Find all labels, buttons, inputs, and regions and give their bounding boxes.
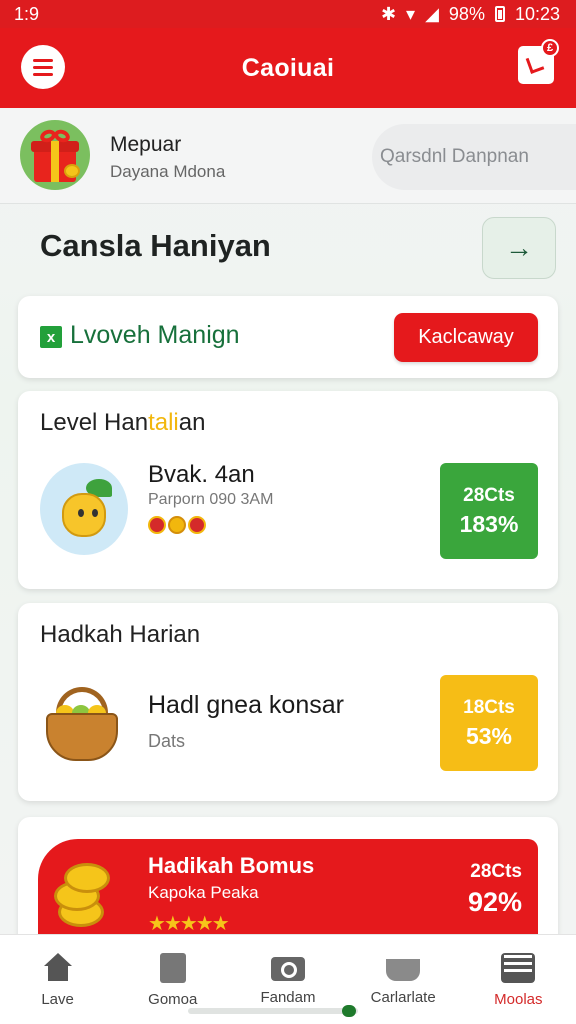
battery-level: 98%: [448, 3, 485, 24]
bonus-subtitle: Kapoka Peaka: [148, 883, 259, 902]
calendar-button[interactable]: £: [518, 39, 559, 84]
daily-card-title: Hadkah Harian: [40, 621, 201, 648]
app-bar: Caoiuai £: [0, 28, 576, 108]
medal-icon: [148, 516, 166, 534]
level-stat-box: 28Cts 183%: [440, 463, 538, 559]
daily-stat-top: 18Cts: [463, 696, 515, 718]
nav-label: Gomoa: [148, 991, 198, 1008]
arrow-button[interactable]: →: [482, 217, 556, 279]
section-heading: Cansla Haniyan: [40, 228, 271, 263]
level-card-title: Level Hantalian: [40, 409, 206, 436]
medal-badges: [148, 516, 206, 534]
daily-item-meta: Dats: [148, 731, 186, 751]
daily-stat-box: 18Cts 53%: [440, 675, 538, 771]
promo-card: x Lvoveh Manign Kaclcaway: [18, 296, 558, 378]
basket-icon: [386, 959, 421, 981]
profile-subtitle: Dayana Mdona: [110, 162, 226, 181]
medal-icon: [168, 516, 186, 534]
bonus-stat-bottom: 92%: [467, 887, 522, 917]
nav-label: Fandam: [260, 989, 316, 1006]
camera-icon: [270, 957, 305, 981]
nav-label: Carlarlate: [370, 989, 436, 1006]
menu-button[interactable]: [21, 45, 65, 89]
daily-stat-bottom: 53%: [465, 722, 513, 749]
nav-item-moolas[interactable]: Moolas: [461, 935, 576, 1024]
level-item-meta: Parporn 090 3AM: [148, 491, 274, 508]
arrow-right-icon: →: [505, 232, 533, 263]
bonus-banner: Hadikah Bomus Kapoka Peaka ★★★★★ 28Cts 9…: [38, 839, 538, 949]
basket-icon: [42, 687, 122, 767]
app-title: Caoiuai: [241, 53, 335, 82]
nav-item-carlarlate[interactable]: Carlarlate: [346, 935, 461, 1024]
notification-badge: £: [541, 39, 559, 57]
signal-icon: ◢: [425, 3, 439, 24]
promo-action-button[interactable]: Kaclcaway: [394, 313, 538, 362]
level-card[interactable]: Level Hantalian Bvak. 4an Parporn 090 3A…: [18, 391, 558, 589]
bonus-title: Hadikah Bomus: [148, 853, 315, 878]
document-icon: [159, 953, 186, 983]
status-bar: 1:9 ✱ ▾ ◢ 98% 10:23: [0, 0, 576, 28]
coins-icon: [52, 857, 122, 927]
mascot-icon: [40, 463, 128, 555]
nav-item-home[interactable]: Lave: [0, 935, 115, 1024]
bluetooth-icon: ✱: [380, 3, 397, 24]
wifi-icon: ▾: [406, 3, 416, 24]
scroll-indicator-track: [188, 1008, 358, 1014]
avatar[interactable]: [20, 120, 90, 190]
medal-icon: [188, 516, 206, 534]
bonus-stat-top: 28Cts: [470, 861, 522, 882]
nav-label: Moolas: [494, 991, 543, 1008]
status-time-left: 1:9: [14, 3, 40, 24]
menu-icon: [33, 58, 53, 62]
nav-label: Lave: [41, 991, 74, 1008]
daily-card[interactable]: Hadkah Harian Hadl gnea konsar Dats 18Ct…: [18, 603, 558, 801]
level-stat-top: 28Cts: [463, 484, 515, 506]
home-icon: [41, 953, 75, 983]
coin-icon: [64, 164, 80, 178]
battery-icon: [494, 6, 505, 22]
promo-title: Lvoveh Manign: [70, 321, 240, 349]
profile-name: Mepuar: [110, 133, 182, 156]
calendar-icon: [525, 54, 545, 74]
excel-icon: x: [40, 326, 62, 348]
rating-stars: ★★★★★: [148, 913, 230, 935]
status-time-right: 10:23: [514, 3, 560, 24]
list-icon: [501, 953, 536, 983]
level-stat-bottom: 183%: [459, 510, 519, 537]
daily-item-name: Hadl gnea konsar: [148, 691, 344, 719]
search-field[interactable]: Qarsdnl Danpnan: [372, 124, 576, 190]
scroll-indicator-thumb: [342, 1005, 356, 1017]
level-item-name: Bvak. 4an: [148, 461, 255, 488]
